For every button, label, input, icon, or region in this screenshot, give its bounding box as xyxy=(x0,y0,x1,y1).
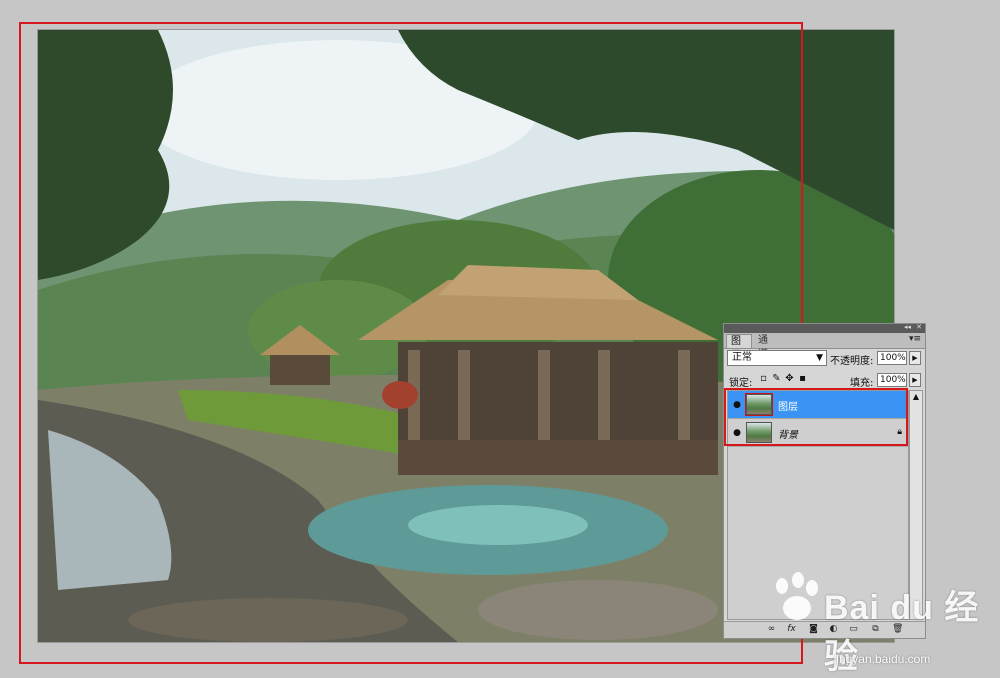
scroll-up-icon[interactable]: ▲ xyxy=(910,392,922,401)
blend-mode-value: 正常 xyxy=(732,352,752,363)
tab-layers[interactable]: 图层 xyxy=(726,334,752,361)
layers-list: ● 图层 ● 背景 🔒︎ xyxy=(727,390,909,620)
link-icon[interactable]: ∞ xyxy=(766,624,777,635)
panel-menu-icon[interactable]: ▾≡ xyxy=(909,334,921,344)
lock-all-icon[interactable]: ▪ xyxy=(797,374,808,384)
panel-bottom-toolbar: ∞ fx ◙ ◐ ▭ ⧉ 🗑︎ xyxy=(724,621,925,638)
opacity-field[interactable]: 100% xyxy=(877,351,907,365)
chevron-down-icon: ▼ xyxy=(816,353,823,363)
lock-transparency-icon[interactable]: ▫ xyxy=(758,374,769,384)
lock-fill-row: 锁定: ▫ ✎ ✥ ▪ 填充: 100% ▶ xyxy=(727,372,923,389)
new-layer-icon[interactable]: ⧉ xyxy=(870,624,881,635)
eye-icon[interactable]: ● xyxy=(730,399,744,411)
layer-row-layer[interactable]: ● 图层 xyxy=(728,391,908,419)
lock-pixels-icon[interactable]: ✎ xyxy=(771,374,782,384)
fill-label: 填充: xyxy=(850,378,874,389)
blend-opacity-row: 正常 ▼ 不透明度: 100% ▶ xyxy=(727,350,923,367)
layer-thumbnail xyxy=(746,422,772,443)
lock-icon: 🔒︎ xyxy=(897,427,902,437)
panel-tabs: 图层 通道 ▾≡ xyxy=(724,333,925,361)
collapse-icon[interactable]: ◂◂ xyxy=(904,323,911,331)
watermark-url: jingyan.baidu.com xyxy=(833,652,931,666)
panel-title-bar[interactable]: ◂◂ ✕ xyxy=(724,323,925,333)
blend-mode-select[interactable]: 正常 ▼ xyxy=(727,350,827,366)
eye-icon[interactable]: ● xyxy=(730,427,744,439)
layer-row-background[interactable]: ● 背景 🔒︎ xyxy=(728,419,908,447)
layer-thumbnail xyxy=(745,393,773,416)
layer-name: 图层 xyxy=(778,402,798,413)
close-icon[interactable]: ✕ xyxy=(916,323,922,331)
fill-field[interactable]: 100% xyxy=(877,373,907,387)
fx-icon[interactable]: fx xyxy=(786,624,797,635)
layer-name: 背景 xyxy=(778,430,798,441)
folder-icon[interactable]: ▭ xyxy=(848,624,859,635)
lock-position-icon[interactable]: ✥ xyxy=(784,374,795,384)
adjustment-icon[interactable]: ◐ xyxy=(828,624,839,635)
fill-slider-button[interactable]: ▶ xyxy=(909,373,921,387)
opacity-label: 不透明度: xyxy=(830,356,874,367)
layers-panel: ◂◂ ✕ 图层 通道 ▾≡ 正常 ▼ 不透明度: 100% ▶ 锁定: ▫ ✎ … xyxy=(723,323,926,639)
trash-icon[interactable]: 🗑︎ xyxy=(892,624,903,635)
mask-icon[interactable]: ◙ xyxy=(808,624,819,635)
tab-channels[interactable]: 通道 xyxy=(754,334,780,360)
opacity-slider-button[interactable]: ▶ xyxy=(909,351,921,365)
lock-label: 锁定: xyxy=(729,378,753,389)
layers-scrollbar[interactable]: ▲ xyxy=(909,390,923,620)
